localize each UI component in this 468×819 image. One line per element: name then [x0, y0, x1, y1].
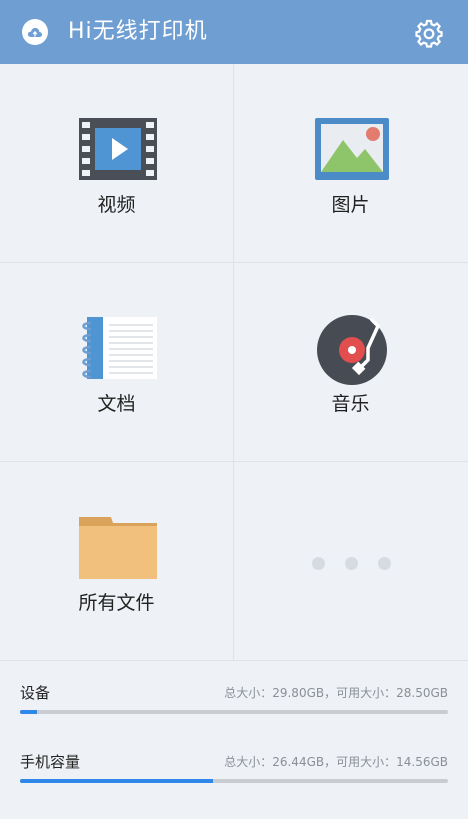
- storage-phone: 手机容量 总大小：26.44GB，可用大小：14.56GB: [0, 751, 468, 819]
- storage-device: 设备 总大小：29.80GB，可用大小：28.50GB: [0, 682, 468, 750]
- tile-label: 所有文件: [78, 592, 155, 614]
- storage-bar-fill: [20, 779, 213, 783]
- tile-all-files[interactable]: 所有文件: [0, 462, 233, 660]
- dot: [378, 557, 391, 570]
- grid-divider: [0, 660, 468, 661]
- tile-label: 图片: [331, 194, 370, 216]
- dot: [312, 557, 325, 570]
- cloud-icon: [22, 19, 48, 45]
- folder-icon: [79, 517, 157, 583]
- storage-name: 设备: [20, 684, 51, 702]
- tile-label: 音乐: [331, 393, 370, 415]
- dot: [345, 557, 358, 570]
- storage-info: 总大小：29.80GB，可用大小：28.50GB: [224, 686, 448, 700]
- more-dots-icon[interactable]: [312, 555, 391, 574]
- picture-icon: [315, 118, 389, 184]
- tile-label: 视频: [97, 194, 136, 216]
- storage-info: 总大小：26.44GB，可用大小：14.56GB: [224, 755, 448, 769]
- storage-bar: [20, 710, 448, 714]
- app-header: Hi无线打印机: [0, 0, 468, 64]
- video-film-icon: [79, 118, 157, 184]
- tile-music[interactable]: 音乐: [234, 263, 467, 461]
- page-title: Hi无线打印机: [68, 19, 208, 44]
- tile-document[interactable]: 文档: [0, 263, 233, 461]
- notebook-icon: [79, 317, 157, 383]
- storage-bar-fill: [20, 710, 38, 714]
- tile-label: 文档: [97, 393, 136, 415]
- tile-video[interactable]: 视频: [0, 64, 233, 262]
- record-player-icon: [316, 314, 388, 390]
- storage-bar: [20, 779, 448, 783]
- tile-picture[interactable]: 图片: [234, 64, 467, 262]
- storage-name: 手机容量: [20, 753, 81, 771]
- gear-icon[interactable]: [414, 18, 444, 48]
